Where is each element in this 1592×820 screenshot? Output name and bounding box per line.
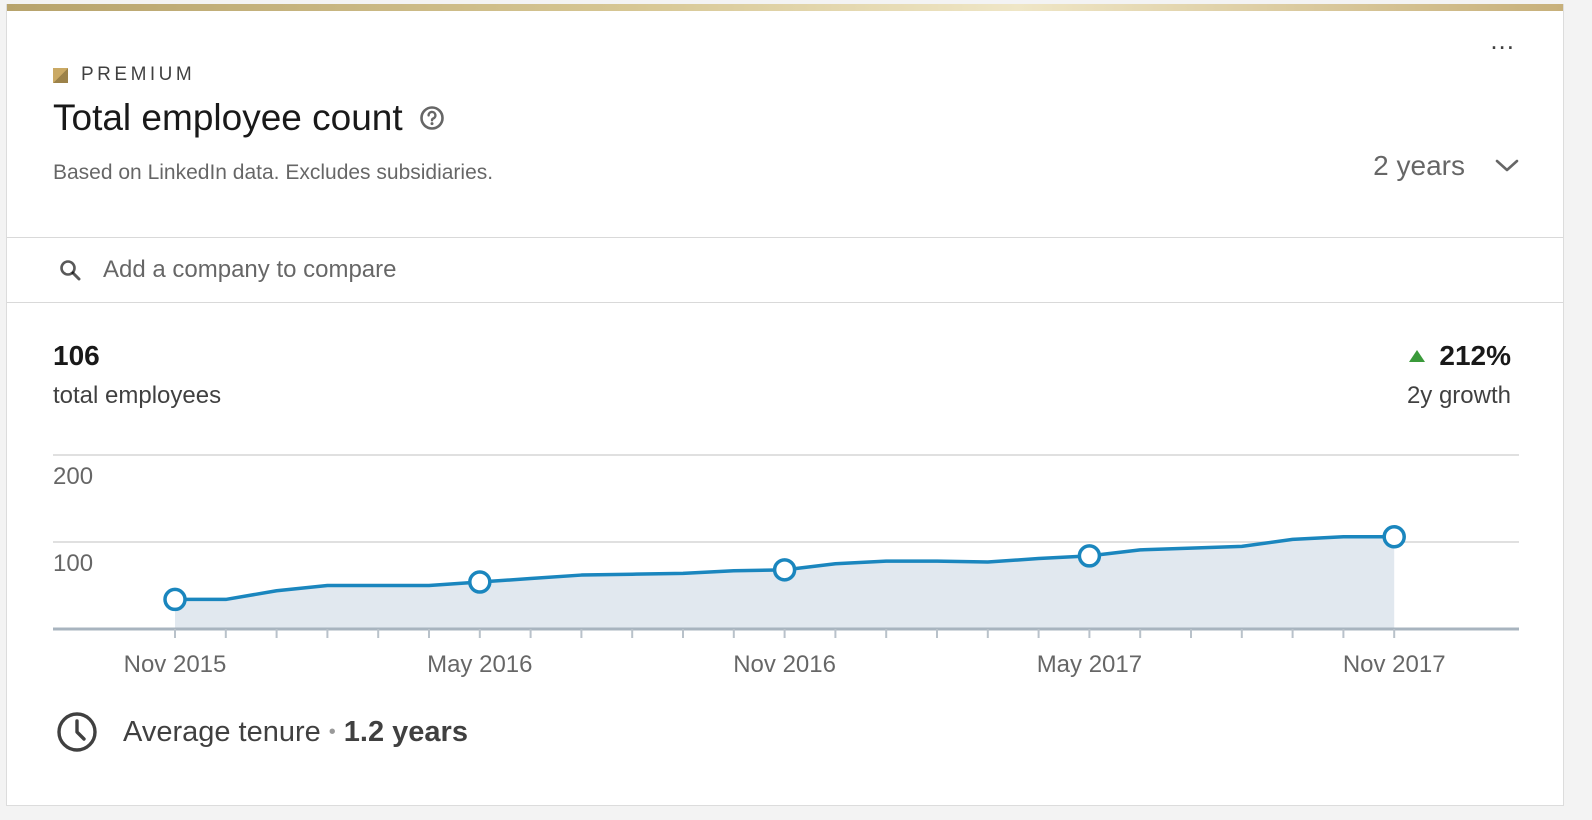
premium-icon	[53, 67, 68, 83]
total-employees-value: 106	[53, 340, 100, 371]
compare-company-input[interactable]	[101, 255, 705, 285]
average-tenure-label: Average tenure	[123, 715, 321, 748]
y-tick-label: 200	[53, 463, 93, 490]
compare-search[interactable]	[7, 238, 1563, 302]
growth-value: 212%	[1439, 340, 1511, 371]
total-employees-label: total employees	[53, 382, 222, 409]
premium-label: PREMIUM	[81, 64, 196, 85]
card-title: Total employee count	[53, 97, 403, 138]
data-point	[1382, 525, 1406, 549]
data-point	[1077, 544, 1102, 568]
card-subtitle: Based on LinkedIn data. Excludes subsidi…	[53, 161, 494, 184]
employee-count-card: ... PREMIUM Total employee count Based o…	[6, 4, 1564, 806]
data-point	[468, 570, 492, 594]
premium-badge: PREMIUM	[53, 64, 195, 86]
time-range-dropdown[interactable]: 2 years	[1373, 150, 1519, 182]
search-divider	[7, 302, 1563, 303]
growth-up-icon	[1409, 350, 1426, 362]
clock-icon	[57, 712, 97, 752]
search-icon	[60, 260, 81, 281]
total-employees-stat: 106 total employees	[53, 340, 221, 410]
x-tick-label: May 2017	[1037, 651, 1142, 678]
area-fill	[175, 536, 1395, 629]
chevron-down-icon	[1495, 159, 1519, 172]
data-point	[772, 558, 797, 582]
data-point	[163, 587, 187, 612]
more-options-button[interactable]: ...	[1490, 27, 1515, 53]
x-tick-label: Nov 2017	[1343, 651, 1446, 678]
x-tick-label: May 2016	[427, 651, 532, 678]
tenure-separator: •	[328, 720, 336, 743]
card-header: Total employee count	[53, 97, 445, 139]
time-range-value: 2 years	[1373, 150, 1465, 181]
x-tick-label: Nov 2015	[124, 651, 227, 678]
growth-stat: 212% 2y growth	[1407, 340, 1511, 410]
growth-label: 2y growth	[1406, 382, 1511, 409]
help-icon[interactable]	[419, 105, 445, 131]
employee-count-chart: 100 200 Nov 2015 May 2016 Nov 2016 May 2017 No…	[53, 454, 1519, 678]
average-tenure: Average tenure • 1.2 years	[55, 710, 468, 754]
x-tick-label: Nov 2016	[733, 651, 836, 678]
y-tick-label: 100	[53, 550, 93, 577]
average-tenure-value: 1.2 years	[343, 715, 468, 748]
premium-accent-bar	[7, 4, 1563, 11]
